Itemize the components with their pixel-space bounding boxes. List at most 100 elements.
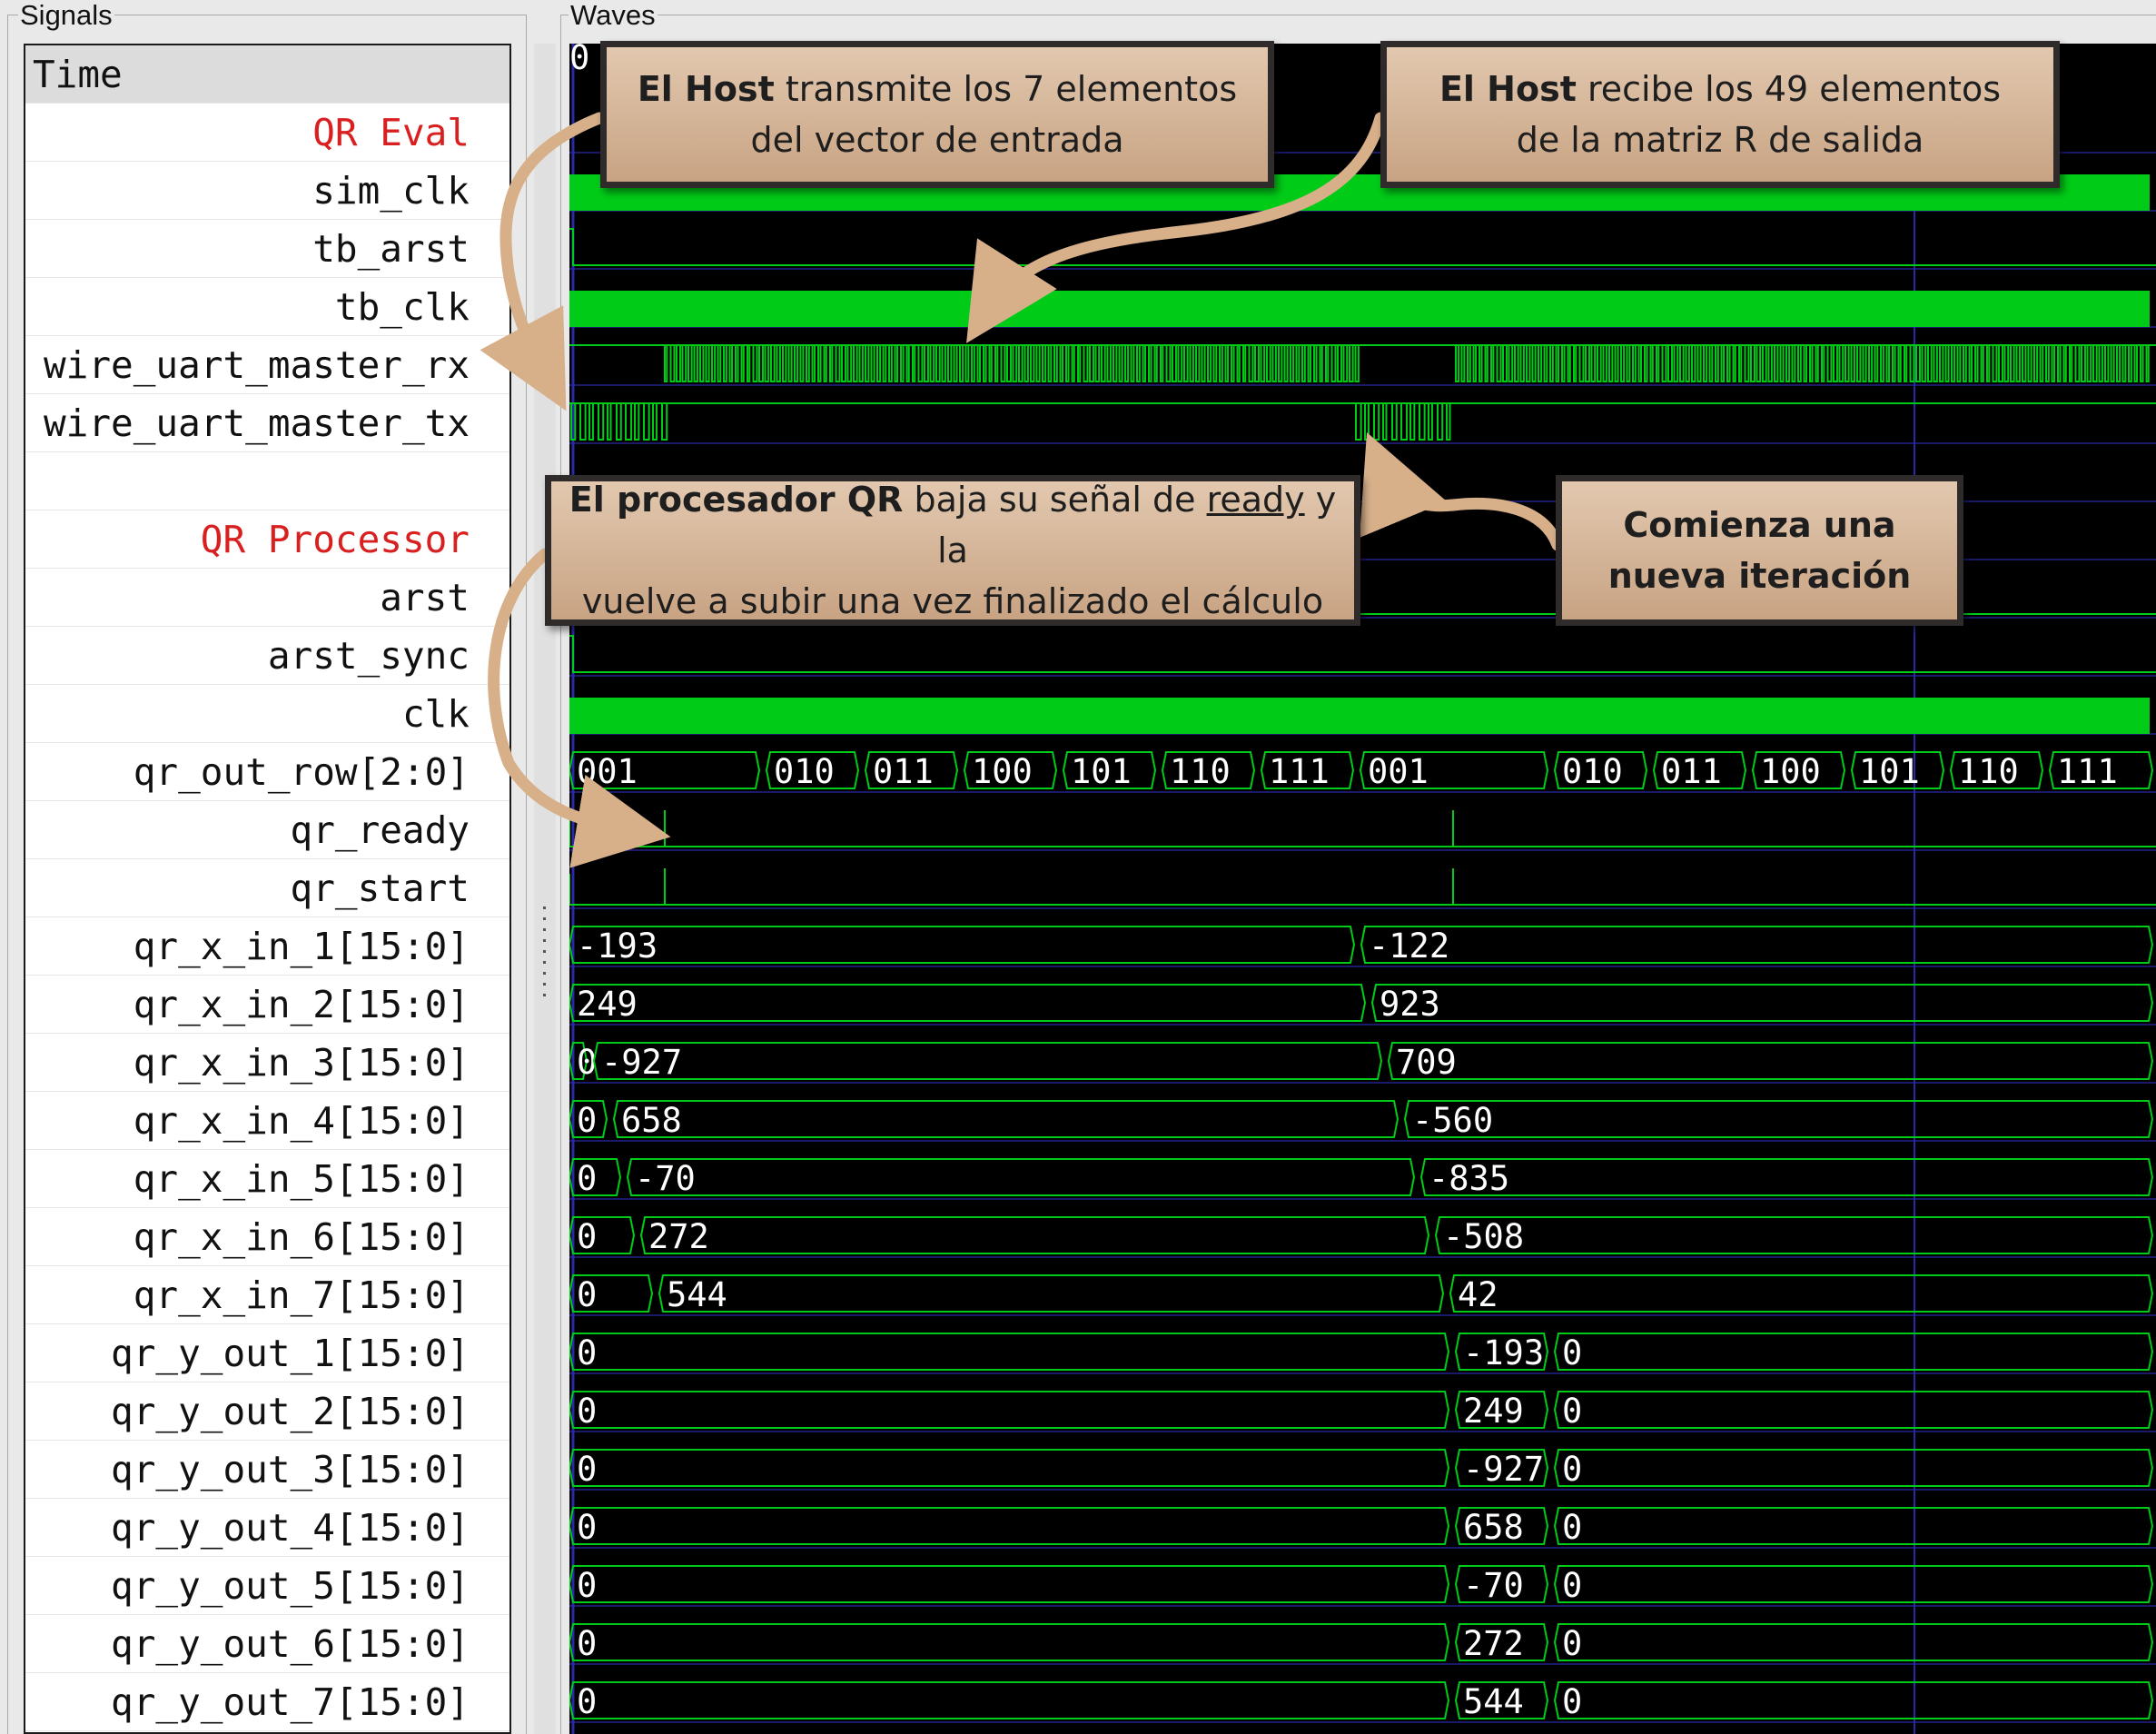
qr-out-row-value: 001 <box>1368 752 1429 791</box>
panel-splitter[interactable] <box>534 44 556 1734</box>
qr-out-row-value: 110 <box>1958 752 2019 791</box>
signal-row[interactable]: qr_y_out_5[15:0] <box>25 1557 509 1615</box>
qr-x-in-value: -835 <box>1429 1159 1509 1198</box>
uart-rx-bit <box>1260 344 1266 382</box>
qr-y-out-value: 0 <box>1562 1333 1582 1372</box>
time-row[interactable]: Time <box>25 45 509 104</box>
uart-tx-bit <box>1446 402 1451 441</box>
uart-rx-bit <box>1118 344 1123 382</box>
uart-rx-bit <box>1791 344 1796 382</box>
uart-tx-bit <box>579 402 587 441</box>
uart-rx-bit <box>806 344 810 382</box>
signal-row[interactable]: tb_clk <box>25 278 509 336</box>
qr-x-in-value: 249 <box>577 985 638 1024</box>
uart-rx-bit <box>929 344 935 382</box>
signal-row[interactable]: wire_uart_master_tx <box>25 394 509 452</box>
uart-rx-bit <box>1142 344 1147 382</box>
uart-rx-bit <box>1561 344 1566 382</box>
signal-row[interactable]: arst_sync <box>25 627 509 685</box>
signal-row[interactable]: qr_y_out_6[15:0] <box>25 1615 509 1673</box>
signal-row[interactable]: tb_arst <box>25 220 509 278</box>
time-start-label: 0 <box>569 44 589 77</box>
uart-rx-bit <box>1774 344 1779 382</box>
uart-rx-bit <box>1667 344 1673 382</box>
uart-rx-bit <box>1744 344 1750 382</box>
qr-y-out-value: 0 <box>577 1392 597 1431</box>
uart-rx-bit <box>1951 344 1956 382</box>
uart-rx-bit <box>1750 344 1755 382</box>
signals-list[interactable]: Time QR Eval sim_clk tb_arst tb_clk wire_uart… <box>24 44 511 1734</box>
uart-rx-bit <box>1519 344 1525 382</box>
qr-x-in-segment <box>592 1042 1383 1080</box>
signal-group-label[interactable]: QR Eval <box>25 104 509 162</box>
signal-group-label[interactable]: QR Processor <box>25 510 509 569</box>
qr-y-out-value: 0 <box>1562 1682 1582 1721</box>
uart-rx-bit <box>1549 344 1554 382</box>
signal-row[interactable]: qr_out_row[2:0] <box>25 743 509 801</box>
uart-rx-bit <box>924 344 929 382</box>
qr-x-in-value: 0 <box>577 1217 597 1256</box>
uart-rx-bit <box>1484 344 1488 382</box>
uart-rx-bit <box>787 344 793 382</box>
signal-row[interactable]: qr_y_out_2[15:0] <box>25 1382 509 1441</box>
qr-x-in-segment <box>569 984 1367 1022</box>
splitter-grip <box>543 972 546 975</box>
waves-canvas[interactable]: 0 001 010 011 100 101 110 111 001 010 011 100 101 110… <box>569 44 2156 1734</box>
signal-row[interactable]: qr_x_in_6[15:0] <box>25 1208 509 1266</box>
signal-row[interactable]: wire_uart_master_rx <box>25 336 509 394</box>
signal-row[interactable]: qr_y_out_4[15:0] <box>25 1499 509 1557</box>
signal-row[interactable]: qr_ready <box>25 801 509 859</box>
uart-rx-bit <box>1679 344 1685 382</box>
signal-row[interactable]: arst <box>25 569 509 627</box>
uart-rx-bit <box>1030 344 1035 382</box>
signal-row[interactable]: qr_y_out_3[15:0] <box>25 1441 509 1499</box>
uart-rx-bit <box>770 344 776 382</box>
uart-rx-bit <box>865 344 870 382</box>
control-trace <box>569 874 2156 906</box>
uart-rx-bit <box>1307 344 1312 382</box>
uart-rx-bit <box>1738 344 1743 382</box>
uart-rx-bit <box>1986 344 1991 382</box>
reset-trace <box>569 635 2156 673</box>
control-trace <box>569 816 2156 847</box>
uart-rx-bit <box>1012 344 1018 382</box>
signal-row[interactable]: qr_x_in_1[15:0] <box>25 917 509 976</box>
qr-y-out-value: -70 <box>1463 1566 1524 1605</box>
signal-row[interactable]: qr_y_out_7[15:0] <box>25 1673 509 1731</box>
signal-row[interactable]: qr_x_in_5[15:0] <box>25 1150 509 1208</box>
signal-row[interactable]: qr_x_in_4[15:0] <box>25 1092 509 1150</box>
uart-rx-bit <box>1703 344 1708 382</box>
uart-rx-bit <box>1868 344 1874 382</box>
uart-rx-bit <box>747 344 751 382</box>
uart-rx-bit <box>2086 344 2092 382</box>
uart-rx-bit <box>1153 344 1158 382</box>
uart-rx-bit <box>2098 344 2103 382</box>
uart-rx-bit <box>1502 344 1508 382</box>
uart-rx-bit <box>687 344 693 382</box>
signal-row[interactable]: qr_y_out_1[15:0] <box>25 1324 509 1382</box>
qr-x-in-value: 0 <box>577 1101 597 1140</box>
uart-rx-bit <box>1578 344 1585 382</box>
uart-rx-bit <box>1974 344 1979 382</box>
signal-row[interactable]: qr_x_in_2[15:0] <box>25 976 509 1034</box>
splitter-grip <box>543 983 546 986</box>
qr-y-out-value: 0 <box>577 1624 597 1663</box>
signal-row[interactable]: qr_x_in_7[15:0] <box>25 1266 509 1324</box>
qr-x-in-value: 709 <box>1396 1043 1457 1082</box>
signal-row[interactable]: qr_start <box>25 859 509 917</box>
signal-row[interactable]: qr_x_in_3[15:0] <box>25 1034 509 1092</box>
uart-rx-bit <box>1715 344 1719 382</box>
uart-rx-bit <box>1531 344 1537 382</box>
uart-rx-bit <box>1254 344 1260 382</box>
uart-rx-bit <box>1543 344 1548 382</box>
uart-rx-bit <box>2003 344 2010 382</box>
uart-rx-bit <box>664 344 668 382</box>
uart-rx-bit <box>1897 344 1902 382</box>
uart-rx-bit <box>764 344 770 382</box>
signal-row[interactable]: sim_clk <box>25 162 509 220</box>
signal-row[interactable]: clk <box>25 685 509 743</box>
qr-x-in-segment <box>658 1274 1445 1313</box>
uart-rx-bit <box>1685 344 1690 382</box>
uart-rx-bit <box>1160 344 1164 382</box>
uart-rx-bit <box>1708 344 1714 382</box>
